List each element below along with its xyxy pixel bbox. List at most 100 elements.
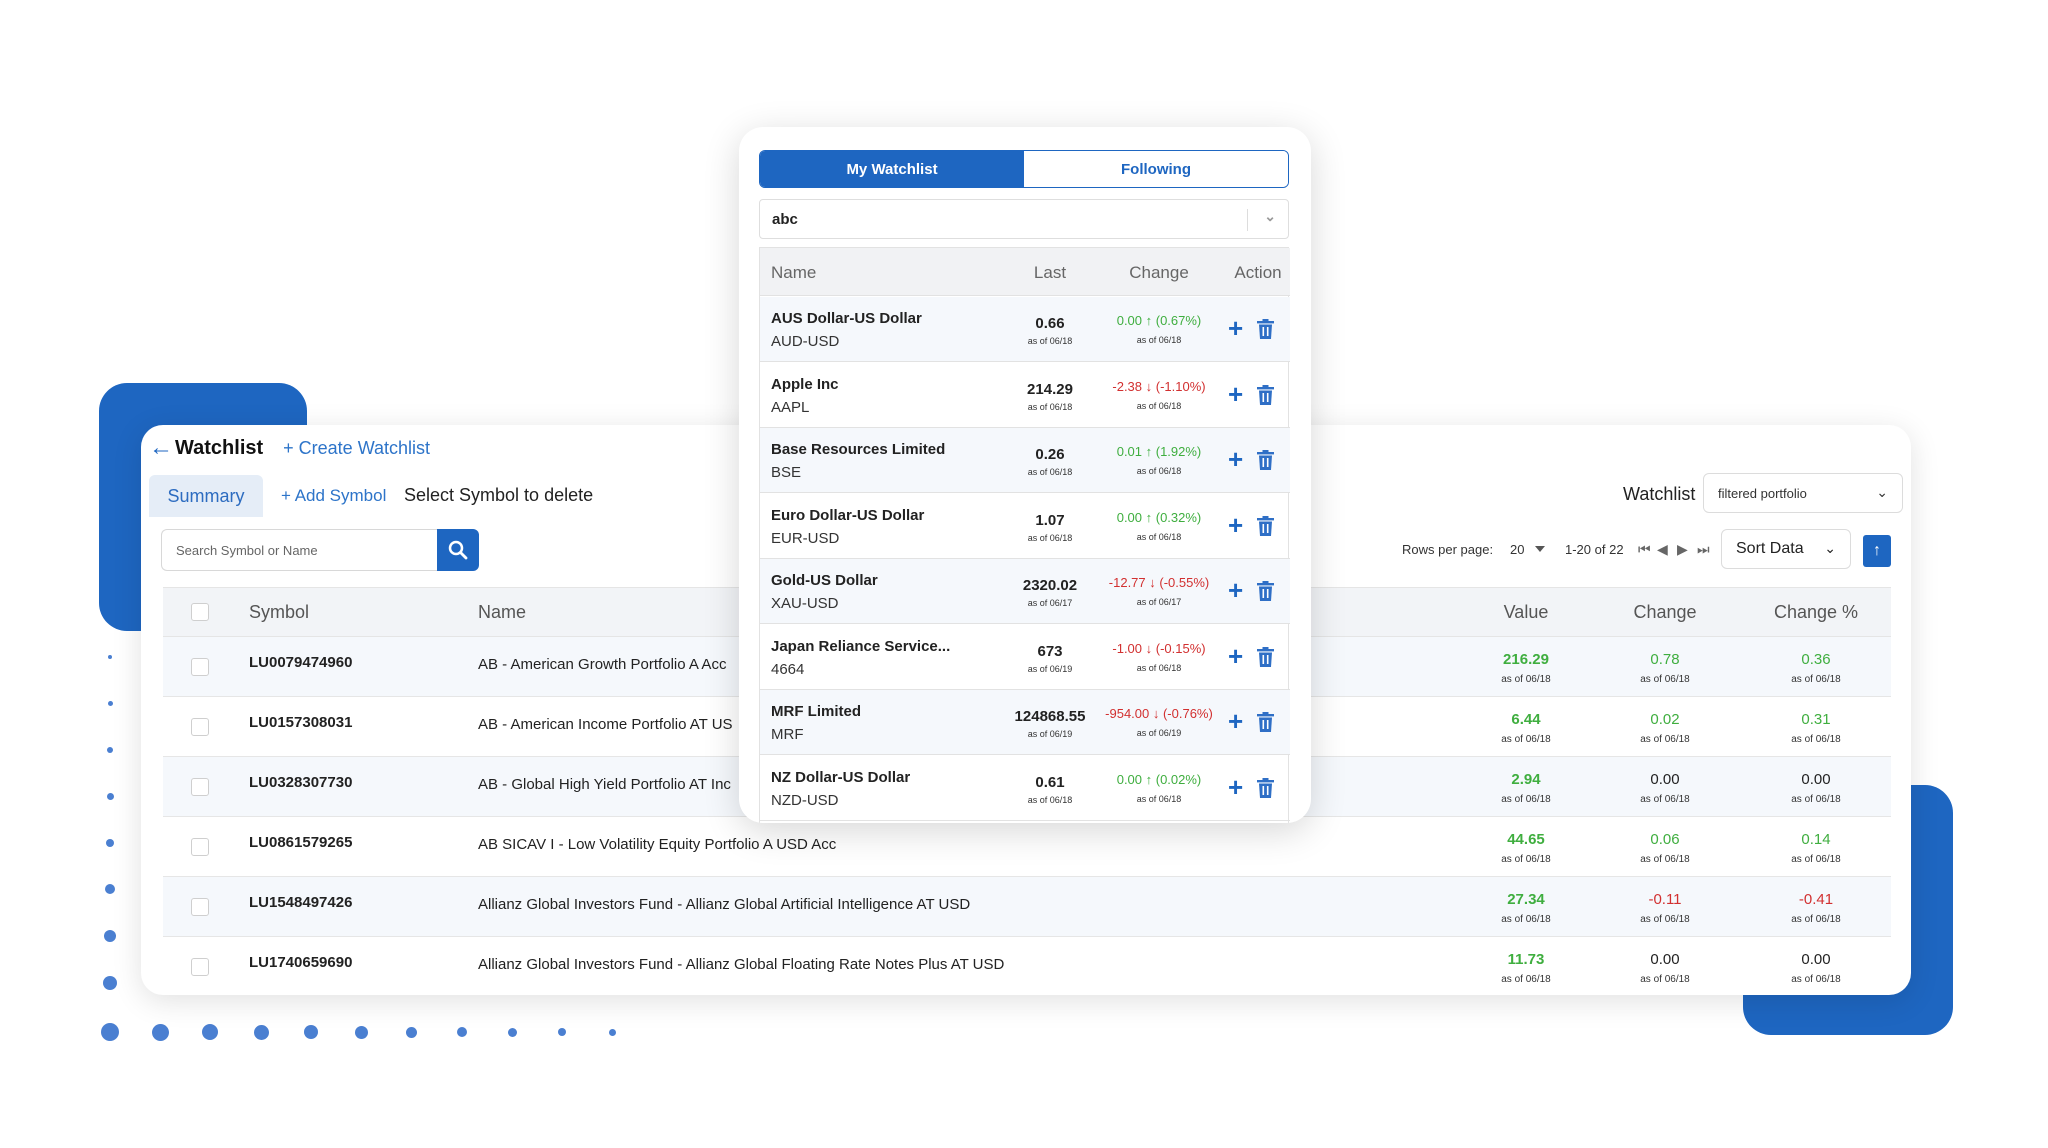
trash-icon[interactable] — [1257, 450, 1274, 470]
search-icon — [448, 540, 468, 560]
search-button[interactable] — [437, 529, 479, 571]
item-name[interactable]: AUS Dollar-US Dollar — [771, 310, 922, 327]
row-change-asof: as of 06/18 — [1640, 674, 1690, 685]
item-change-asof: as of 06/19 — [1136, 728, 1182, 738]
search-input[interactable]: Search Symbol or Name — [161, 529, 437, 571]
rows-per-page-caret-icon[interactable] — [1535, 546, 1545, 552]
item-change: -954.00 ↓ (-0.76%) — [1105, 706, 1213, 721]
last-page-icon[interactable]: ⏭ — [1697, 541, 1710, 558]
sort-direction-icon[interactable]: ↑ — [1863, 535, 1891, 567]
add-icon[interactable]: + — [1228, 708, 1243, 734]
tab-following[interactable]: Following — [1024, 151, 1288, 187]
list-item[interactable]: AUS Dollar-US Dollar AUD-USD 0.66 as of 06/… — [760, 297, 1290, 362]
back-arrow-icon[interactable]: ← — [149, 434, 175, 462]
add-icon[interactable]: + — [1228, 577, 1243, 603]
row-symbol[interactable]: LU0079474960 — [249, 654, 352, 671]
item-symbol: AUD-USD — [771, 333, 840, 350]
item-symbol: EUR-USD — [771, 529, 840, 547]
row-change-pct: 0.31 — [1801, 711, 1831, 728]
add-symbol-link[interactable]: + Add Symbol — [281, 486, 386, 506]
item-name[interactable]: Euro Dollar-US Dollar — [771, 507, 924, 524]
popup-col-action: Action — [1234, 263, 1282, 282]
select-all-checkbox[interactable] — [191, 603, 209, 621]
row-name: AB - American Income Portfolio AT US — [478, 716, 733, 733]
watchlist-select[interactable]: filtered portfolio ⌄ — [1703, 473, 1903, 513]
row-change: 0.00 — [1650, 951, 1680, 968]
trash-icon[interactable] — [1257, 646, 1274, 667]
rows-per-page-select[interactable]: 20 — [1510, 542, 1524, 557]
row-change-pct-asof: as of 06/18 — [1791, 674, 1841, 685]
item-symbol: BSE — [771, 464, 802, 481]
col-value[interactable]: Value — [1466, 602, 1586, 623]
item-name[interactable]: Apple Inc — [771, 376, 839, 393]
tab-my-watchlist[interactable]: My Watchlist — [760, 151, 1024, 187]
item-change-asof: as of 06/17 — [1136, 597, 1182, 607]
table-row[interactable]: LU1740659690 Allianz Global Investors Fun… — [163, 937, 1891, 995]
list-item[interactable]: Apple Inc AAPL 214.29 as of 06/18 -2.38 ↓ (-… — [760, 363, 1290, 428]
trash-icon[interactable] — [1257, 515, 1274, 536]
item-name[interactable]: MRF Limited — [771, 703, 861, 720]
col-change[interactable]: Change — [1605, 602, 1725, 623]
row-checkbox[interactable] — [191, 838, 209, 856]
sort-data-select[interactable]: Sort Data ⌄ — [1721, 529, 1851, 569]
row-checkbox[interactable] — [191, 778, 209, 796]
trash-icon[interactable] — [1257, 777, 1274, 798]
add-icon[interactable]: + — [1228, 512, 1243, 538]
row-checkbox[interactable] — [191, 898, 209, 916]
row-checkbox[interactable] — [191, 658, 209, 676]
create-watchlist-link[interactable]: + Create Watchlist — [283, 438, 430, 459]
panel-header: ← Watchlist + Create Watchlist — [149, 431, 430, 465]
row-name: Allianz Global Investors Fund - Allianz … — [478, 956, 1005, 973]
col-symbol[interactable]: Symbol — [249, 602, 309, 623]
item-name[interactable]: NZ Dollar-US Dollar — [771, 769, 910, 786]
add-icon[interactable]: + — [1228, 446, 1243, 472]
row-change-pct-asof: as of 06/18 — [1791, 854, 1841, 865]
trash-icon[interactable] — [1257, 384, 1274, 405]
decorative-dot — [106, 839, 114, 847]
list-item[interactable]: MRF Limited MRF 124868.55 as of 06/19 -954.0… — [760, 690, 1290, 755]
list-item[interactable]: NZ Dollar-US Dollar NZD-USD 0.61 as of 06/1… — [760, 756, 1290, 821]
watchlist-label: Watchlist — [1623, 484, 1696, 504]
item-name[interactable]: Japan Reliance Service... — [771, 638, 950, 655]
col-name[interactable]: Name — [478, 602, 526, 623]
add-icon[interactable]: + — [1228, 643, 1243, 669]
item-name[interactable]: Base Resources Limited — [771, 441, 945, 458]
trash-icon[interactable] — [1257, 712, 1274, 732]
decorative-dot — [107, 747, 113, 753]
table-row[interactable]: LU1548497426 Allianz Global Investors Fun… — [163, 877, 1891, 937]
row-change: 0.78 — [1650, 651, 1680, 668]
row-symbol[interactable]: LU1548497426 — [249, 894, 352, 911]
list-item[interactable]: Base Resources Limited BSE 0.26 as of 06/18… — [760, 428, 1290, 493]
item-name[interactable]: Gold-US Dollar — [771, 572, 878, 589]
sort-data-label: Sort Data — [1736, 540, 1804, 557]
row-symbol[interactable]: LU0328307730 — [249, 774, 352, 791]
row-symbol[interactable]: LU1740659690 — [249, 954, 352, 971]
add-icon[interactable]: + — [1228, 315, 1243, 341]
trash-icon[interactable] — [1257, 581, 1274, 601]
add-icon[interactable]: + — [1228, 774, 1243, 800]
item-change: 0.01 ↑ (1.92%) — [1116, 444, 1202, 459]
decorative-dot — [101, 1023, 119, 1041]
row-symbol[interactable]: LU0861579265 — [249, 834, 352, 851]
row-symbol[interactable]: LU0157308031 — [249, 714, 352, 731]
row-checkbox[interactable] — [191, 958, 209, 976]
popup-table-header: Name Last Change Action — [760, 248, 1290, 296]
item-change-asof: as of 06/18 — [1136, 662, 1182, 673]
next-page-icon[interactable]: ▶ — [1677, 541, 1688, 558]
row-value-asof: as of 06/18 — [1501, 914, 1551, 925]
rows-per-page-label: Rows per page: — [1402, 542, 1494, 557]
tab-summary[interactable]: Summary — [149, 475, 263, 517]
watchlist-dropdown[interactable]: abc ⌄ — [759, 199, 1289, 239]
trash-icon[interactable] — [1257, 319, 1274, 339]
row-checkbox[interactable] — [191, 718, 209, 736]
table-row[interactable]: LU0861579265 AB SICAV I - Low Volatility … — [163, 817, 1891, 877]
col-change-pct[interactable]: Change % — [1756, 602, 1876, 623]
add-icon[interactable]: + — [1228, 381, 1243, 407]
first-page-icon[interactable]: ⏮ — [1638, 541, 1651, 558]
prev-page-icon[interactable]: ◀ — [1657, 541, 1668, 558]
list-item[interactable]: Euro Dollar-US Dollar EUR-USD 1.07 as of 06… — [760, 494, 1290, 559]
row-name: AB SICAV I - Low Volatility Equity Portf… — [478, 836, 837, 853]
item-change-asof: as of 06/18 — [1136, 793, 1182, 804]
list-item[interactable]: Gold-US Dollar XAU-USD 2320.02 as of 06/17-… — [760, 559, 1290, 624]
list-item[interactable]: Japan Reliance Service... 4664 673 as of 06… — [760, 625, 1290, 690]
